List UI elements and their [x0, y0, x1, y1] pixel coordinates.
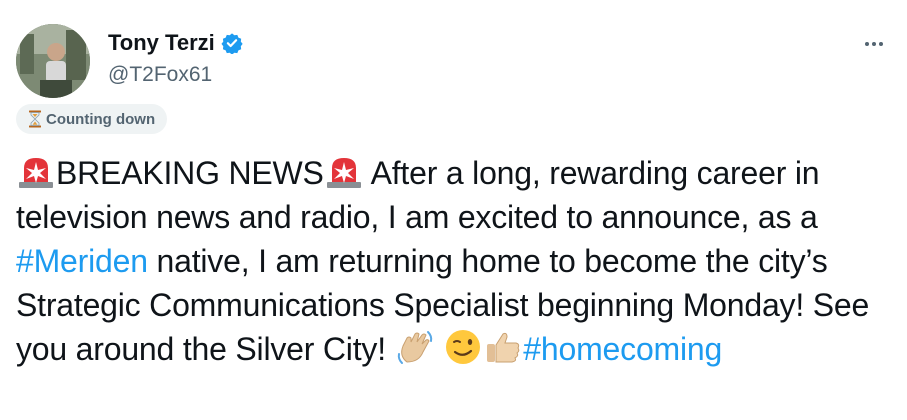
author-handle[interactable]: @T2Fox61: [108, 62, 212, 88]
more-dot: [872, 42, 876, 46]
siren-icon: [16, 152, 56, 190]
more-dot: [865, 42, 869, 46]
verified-badge-icon: [221, 33, 243, 54]
author-display-name[interactable]: Tony Terzi: [108, 30, 215, 56]
avatar[interactable]: [16, 24, 90, 98]
hashtag-link[interactable]: #Meriden: [16, 243, 148, 279]
waving-hand-icon: [395, 328, 435, 366]
winking-face-icon: [443, 328, 483, 366]
siren-icon: [324, 152, 364, 190]
status-label: Counting down: [46, 110, 156, 128]
tweet-text-segment: [435, 331, 444, 367]
status-badge: Counting down: [16, 104, 168, 134]
tweet-text: BREAKING NEWS After a long, rewarding ca…: [16, 151, 896, 371]
thumbs-up-icon: [483, 328, 523, 366]
more-options-button[interactable]: [859, 34, 889, 54]
avatar-image: [16, 24, 90, 98]
hourglass-icon: [29, 110, 41, 128]
more-dot: [879, 42, 883, 46]
hashtag-link[interactable]: #homecoming: [523, 331, 722, 367]
tweet-text-segment: BREAKING NEWS: [56, 155, 324, 191]
